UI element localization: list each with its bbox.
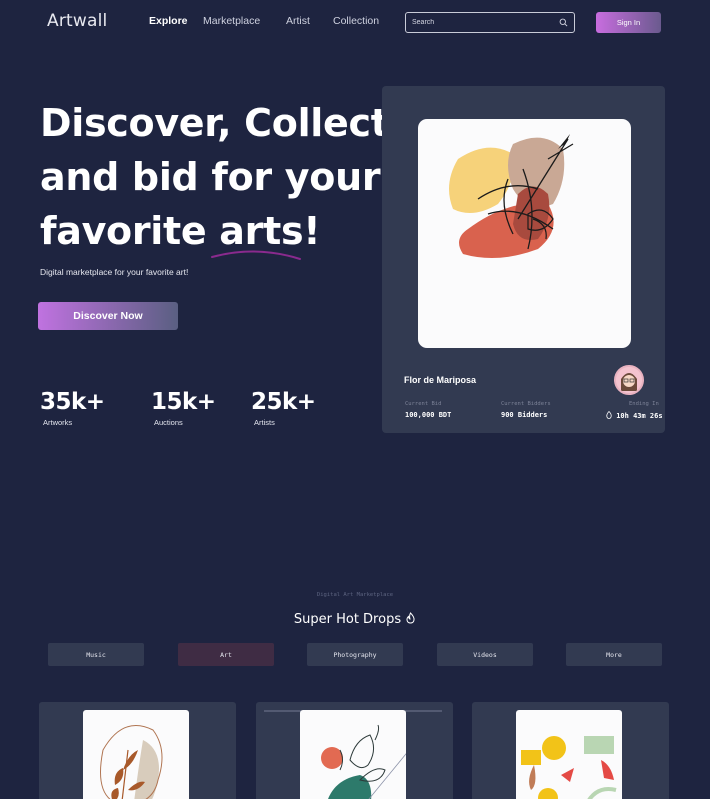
underline-swoosh xyxy=(211,250,301,260)
filter-art[interactable]: Art xyxy=(178,643,274,666)
filter-photography[interactable]: Photography xyxy=(307,643,403,666)
search-input[interactable] xyxy=(412,19,559,26)
stat-label: Auctions xyxy=(154,418,183,427)
nav-explore[interactable]: Explore xyxy=(149,15,188,27)
bidders-value: 900 Bidders xyxy=(501,411,548,419)
current-bid-label: Current Bid xyxy=(405,401,442,407)
drop-card-image[interactable] xyxy=(300,710,406,799)
hero-subtitle: Digital marketplace for your favorite ar… xyxy=(40,267,189,277)
stat-value: 15k+ xyxy=(151,389,216,415)
nav-artist[interactable]: Artist xyxy=(286,15,310,27)
search-box xyxy=(405,12,575,33)
hero-title: Discover, Collect and bid for your favor… xyxy=(40,96,390,258)
stat-artists: 25k+ Artists xyxy=(251,388,316,427)
featured-artwork-image[interactable] xyxy=(418,119,631,348)
drop-card[interactable] xyxy=(39,702,236,799)
nav-marketplace[interactable]: Marketplace xyxy=(203,15,260,27)
stat-artworks: 35k+ Artworks xyxy=(40,388,105,427)
section-eyebrow: Digital Art Marketplace xyxy=(316,592,394,598)
section-title-text: Super Hot Drops xyxy=(293,612,402,627)
filter-videos[interactable]: Videos xyxy=(437,643,533,666)
stat-auctions: 15k+ Auctions xyxy=(151,388,216,427)
hero-title-line-1: Discover, Collect xyxy=(40,101,389,145)
drop-card[interactable] xyxy=(472,702,669,799)
section-title: Super Hot Drops xyxy=(0,612,710,627)
featured-artwork-card[interactable]: Flor de Mariposa Current Bid 100,000 BDT… xyxy=(382,86,665,433)
ending-label: Ending In xyxy=(629,401,659,407)
brand-logo[interactable]: Artwall xyxy=(47,11,107,31)
stat-label: Artists xyxy=(254,418,275,427)
stat-label: Artworks xyxy=(43,418,73,427)
artist-avatar[interactable] xyxy=(614,365,644,395)
discover-now-button[interactable]: Discover Now xyxy=(38,302,178,330)
fire-icon xyxy=(406,612,415,624)
drop-card-image[interactable] xyxy=(83,710,189,799)
ending-timer: 10h 43m 26s xyxy=(606,410,663,420)
featured-artwork-name: Flor de Mariposa xyxy=(404,375,477,385)
search-icon[interactable] xyxy=(559,18,568,27)
current-bid-value: 100,000 BDT xyxy=(405,411,452,419)
nav-collection[interactable]: Collection xyxy=(333,15,379,27)
drop-card[interactable] xyxy=(256,702,453,799)
drop-card-image[interactable] xyxy=(516,710,622,799)
hero-title-line-2: and bid for your xyxy=(40,155,381,199)
filter-music[interactable]: Music xyxy=(48,643,144,666)
timer-icon xyxy=(606,410,612,419)
ending-value: 10h 43m 26s xyxy=(616,412,663,420)
filter-more[interactable]: More xyxy=(566,643,662,666)
bidders-label: Current Bidders xyxy=(501,401,551,407)
stat-value: 35k+ xyxy=(40,389,105,415)
stat-value: 25k+ xyxy=(251,389,316,415)
sign-in-button[interactable]: Sign In xyxy=(596,12,661,33)
hero-title-line-3a: favorite xyxy=(40,209,220,253)
